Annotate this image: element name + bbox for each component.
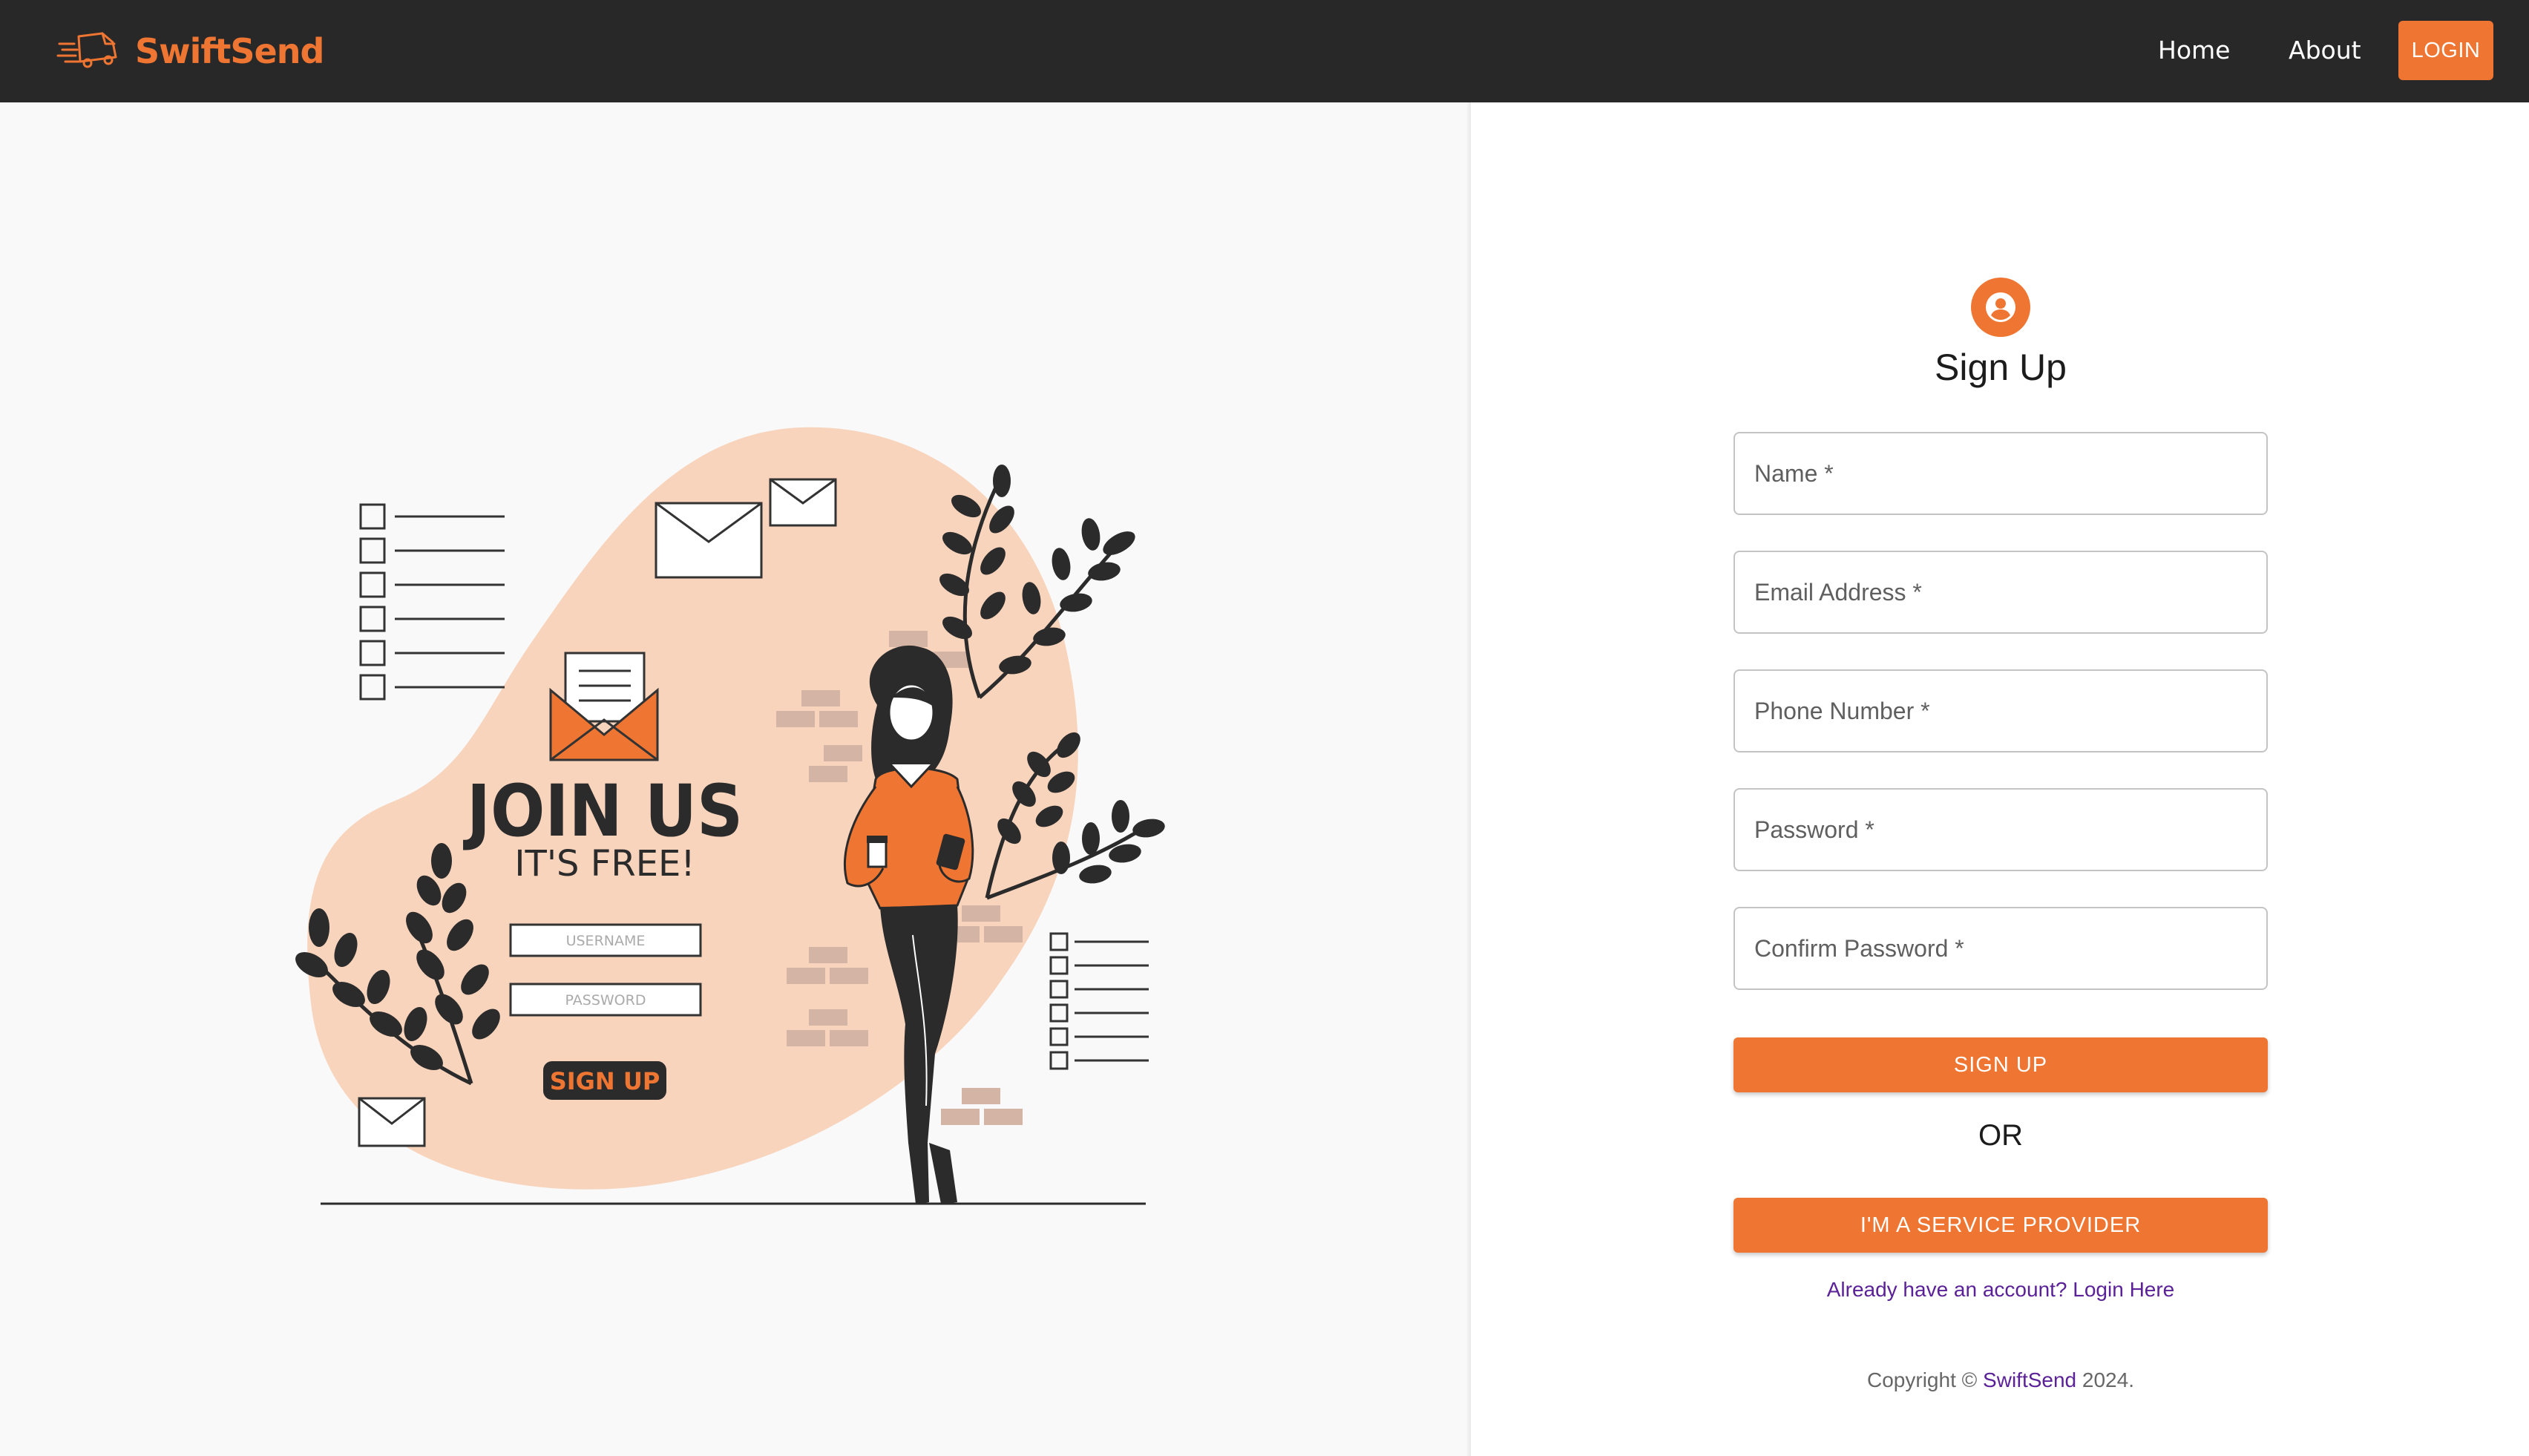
checklist-left [359, 503, 505, 701]
envelope-icon-bottom [358, 1097, 426, 1147]
brand-logo[interactable]: SwiftSend [56, 25, 324, 77]
password-field-container [1733, 788, 2268, 871]
brand-name: SwiftSend [135, 31, 324, 71]
mini-signup-label: SIGN UP [550, 1067, 660, 1095]
or-divider-text: OR [1978, 1119, 2023, 1152]
copyright-prefix: Copyright © [1867, 1368, 1984, 1391]
login-here-link[interactable]: Already have an account? Login Here [1733, 1278, 2268, 1302]
phone-input[interactable] [1735, 671, 2266, 751]
mini-password-placeholder: PASSWORD [565, 992, 646, 1009]
nav-link-about[interactable]: About [2289, 30, 2361, 71]
join-us-heading: JOIN US [463, 770, 743, 853]
confirm-password-field-container [1733, 907, 2268, 990]
name-input[interactable] [1735, 433, 2266, 514]
copyright-footer: Copyright © SwiftSend 2024. [1733, 1368, 2268, 1392]
service-provider-button[interactable]: I'M A SERVICE PROVIDER [1733, 1198, 2268, 1253]
its-free-subheading: IT'S FREE! [514, 843, 695, 885]
checklist-right [1049, 932, 1149, 1070]
phone-field-container [1733, 669, 2268, 752]
signup-button[interactable]: SIGN UP [1733, 1037, 2268, 1092]
email-field-container [1733, 551, 2268, 634]
account-circle-icon [1971, 278, 2030, 337]
name-field-container [1733, 432, 2268, 515]
login-button[interactable]: LOGIN [2398, 21, 2493, 80]
top-navbar: SwiftSend Home About LOGIN [0, 0, 2529, 102]
copyright-year: 2024. [2076, 1368, 2134, 1391]
user-icon [1986, 292, 2015, 322]
password-input[interactable] [1735, 790, 2266, 870]
mini-username-placeholder: USERNAME [566, 933, 646, 949]
delivery-truck-icon [56, 32, 117, 68]
join-us-illustration: JOIN US IT'S FREE! USERNAME PASSWORD SIG… [295, 427, 1165, 1205]
open-envelope-icon [549, 652, 659, 761]
nav-link-home[interactable]: Home [2158, 30, 2230, 71]
confirm-password-input[interactable] [1735, 908, 2266, 988]
page-title: Sign Up [1935, 347, 2067, 388]
footer-brand-link[interactable]: SwiftSend [1983, 1368, 2076, 1391]
email-input[interactable] [1735, 552, 2266, 632]
